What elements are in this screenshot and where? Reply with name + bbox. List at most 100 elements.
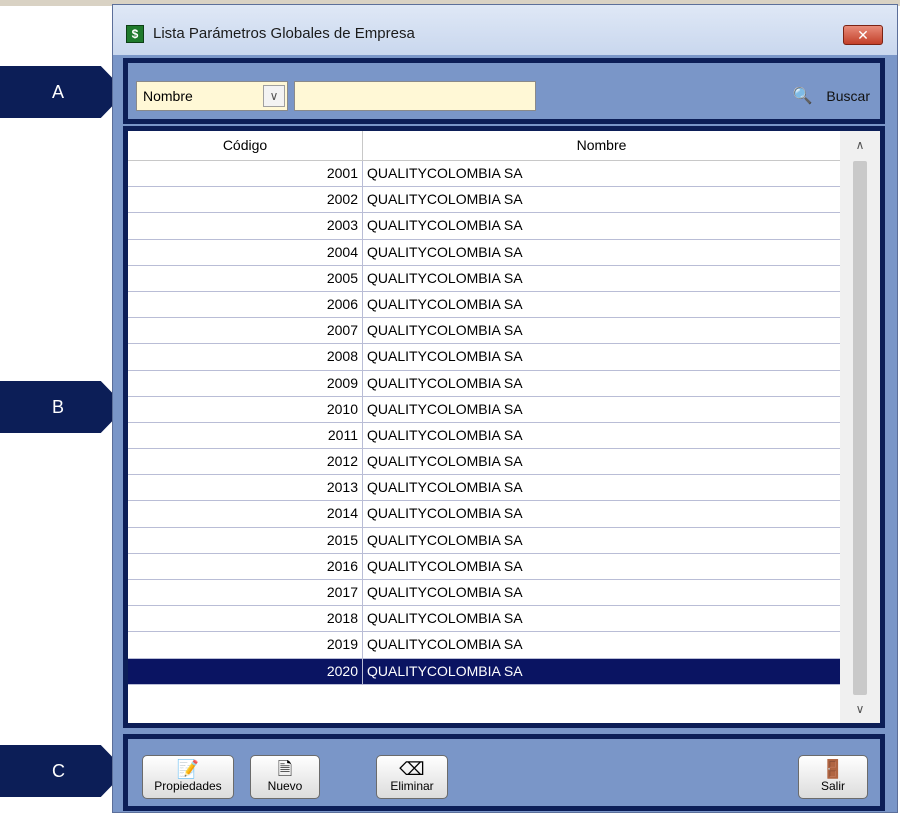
grid-rows: 2001 QUALITYCOLOMBIA SA 2002 QUALITYCOLOMBI… xyxy=(128,161,840,685)
table-row[interactable]: 2009 QUALITYCOLOMBIA SA xyxy=(128,370,840,397)
action-toolbar: 📝 Propiedades 🗎 Nuevo ⌫ Eliminar 🚪 Salir xyxy=(123,734,885,811)
cell-codigo: 2012 xyxy=(128,449,363,475)
table-row[interactable]: 2008 QUALITYCOLOMBIA SA xyxy=(128,344,840,371)
cell-nombre: QUALITYCOLOMBIA SA xyxy=(367,191,523,208)
eraser-icon: ⌫ xyxy=(399,759,425,779)
table-row[interactable]: 2013 QUALITYCOLOMBIA SA xyxy=(128,475,840,502)
cell-codigo: 2001 xyxy=(128,161,363,187)
window-title: Lista Parámetros Globales de Empresa xyxy=(153,25,415,42)
cell-codigo: 2010 xyxy=(128,396,363,422)
cell-nombre: QUALITYCOLOMBIA SA xyxy=(367,165,523,181)
table-row[interactable]: 2014 QUALITYCOLOMBIA SA xyxy=(128,501,840,528)
properties-button-label: Propiedades xyxy=(154,779,222,793)
callout-c-label: C xyxy=(52,760,65,781)
cell-codigo: 2011 xyxy=(128,422,363,449)
cell-codigo: 2015 xyxy=(128,527,363,553)
chevron-up-icon[interactable]: ∧ xyxy=(840,131,880,159)
cell-nombre: QUALITYCOLOMBIA SA xyxy=(367,479,523,496)
table-row[interactable]: 2007 QUALITYCOLOMBIA SA xyxy=(128,318,840,345)
cell-codigo: 2013 xyxy=(128,475,363,501)
cell-codigo: 2005 xyxy=(128,265,363,291)
chevron-down-icon[interactable]: ∨ xyxy=(263,85,285,107)
table-row[interactable]: 2001 QUALITYCOLOMBIA SA xyxy=(128,161,840,188)
cell-nombre: QUALITYCOLOMBIA SA xyxy=(367,322,523,339)
table-row[interactable]: 2016 QUALITYCOLOMBIA SA xyxy=(128,553,840,580)
table-row[interactable]: 2015 QUALITYCOLOMBIA SA xyxy=(128,527,840,554)
cell-nombre: QUALITYCOLOMBIA SA xyxy=(367,217,523,234)
cell-nombre: QUALITYCOLOMBIA SA xyxy=(367,400,523,417)
close-icon: ✕ xyxy=(857,27,869,43)
search-button-label: Buscar xyxy=(826,88,870,104)
exit-button[interactable]: 🚪 Salir xyxy=(798,755,868,799)
cell-codigo: 2003 xyxy=(128,213,363,239)
callout-a: A xyxy=(0,66,126,118)
cell-codigo: 2018 xyxy=(128,606,363,632)
scrollbar-thumb[interactable] xyxy=(853,161,867,695)
new-button[interactable]: 🗎 Nuevo xyxy=(250,755,320,799)
table-row[interactable]: 2004 QUALITYCOLOMBIA SA xyxy=(128,239,840,266)
search-button[interactable]: 🔍 Buscar xyxy=(793,84,871,108)
vertical-scrollbar[interactable]: ∧ ∨ xyxy=(840,131,880,723)
cell-nombre: QUALITYCOLOMBIA SA xyxy=(367,269,523,286)
cell-codigo: 2014 xyxy=(128,501,363,527)
table-row[interactable]: 2020 QUALITYCOLOMBIA SA xyxy=(128,658,840,685)
exit-button-label: Salir xyxy=(820,779,845,793)
cell-nombre: QUALITYCOLOMBIA SA xyxy=(367,505,523,522)
cell-nombre: QUALITYCOLOMBIA SA xyxy=(367,348,523,365)
exit-door-icon: 🚪 xyxy=(821,759,845,779)
cell-codigo: 2019 xyxy=(128,632,363,658)
table-row[interactable]: 2019 QUALITYCOLOMBIA SA xyxy=(128,632,840,659)
cell-nombre: QUALITYCOLOMBIA SA xyxy=(367,453,523,470)
properties-icon: 📝 xyxy=(176,759,200,779)
table-row[interactable]: 2005 QUALITYCOLOMBIA SA xyxy=(128,265,840,292)
delete-button[interactable]: ⌫ Eliminar xyxy=(376,755,448,799)
search-icon: 🔍 xyxy=(792,88,813,105)
cell-codigo: 2006 xyxy=(128,291,363,318)
spreadsheet-icon: $ xyxy=(126,25,144,43)
table-row[interactable]: 2003 QUALITYCOLOMBIA SA xyxy=(128,213,840,240)
cell-codigo: 2002 xyxy=(128,187,363,213)
callout-b: B xyxy=(0,381,126,433)
cell-nombre: QUALITYCOLOMBIA SA xyxy=(367,426,523,443)
field-select[interactable]: Nombre ∨ xyxy=(136,81,288,111)
chevron-down-icon[interactable]: ∨ xyxy=(840,695,880,723)
cell-codigo: 2020 xyxy=(128,658,363,684)
table-row[interactable]: 2017 QUALITYCOLOMBIA SA xyxy=(128,580,840,607)
callout-b-label: B xyxy=(52,396,65,417)
new-button-label: Nuevo xyxy=(267,779,303,793)
results-grid: Código Nombre 2001 QUALITYCOLOMBIA SA 2002… xyxy=(123,126,885,728)
properties-button[interactable]: 📝 Propiedades xyxy=(142,755,234,799)
column-header-codigo[interactable]: Código xyxy=(128,131,363,160)
title-bar[interactable]: $ Lista Parámetros Globales de Empresa ✕ xyxy=(113,5,897,55)
table-row[interactable]: 2010 QUALITYCOLOMBIA SA xyxy=(128,396,840,423)
column-header-nombre[interactable]: Nombre xyxy=(363,131,840,160)
cell-nombre: QUALITYCOLOMBIA SA xyxy=(367,243,523,260)
table-row[interactable]: 2006 QUALITYCOLOMBIA SA xyxy=(128,291,840,319)
grid-header: Código Nombre xyxy=(128,131,840,161)
cell-nombre: QUALITYCOLOMBIA SA xyxy=(367,531,523,548)
cell-nombre: QUALITYCOLOMBIA SA xyxy=(367,374,523,391)
table-row[interactable]: 2018 QUALITYCOLOMBIA SA xyxy=(128,606,840,633)
callout-a-label: A xyxy=(52,81,65,102)
filter-panel: Nombre ∨ 🔍 Buscar xyxy=(123,58,885,124)
cell-nombre: QUALITYCOLOMBIA SA xyxy=(367,610,523,627)
cell-codigo: 2017 xyxy=(128,580,363,606)
table-row[interactable]: 2011 QUALITYCOLOMBIA SA xyxy=(128,422,840,450)
delete-button-label: Eliminar xyxy=(390,779,434,793)
cell-nombre: QUALITYCOLOMBIA SA xyxy=(367,295,523,312)
cell-codigo: 2009 xyxy=(128,370,363,396)
cell-nombre: QUALITYCOLOMBIA SA xyxy=(367,557,523,574)
cell-nombre: QUALITYCOLOMBIA SA xyxy=(367,584,523,600)
new-document-icon: 🗎 xyxy=(277,759,293,779)
dialog-window: $ Lista Parámetros Globales de Empresa ✕… xyxy=(112,4,898,813)
cell-codigo: 2008 xyxy=(128,344,363,370)
cell-codigo: 2007 xyxy=(128,318,363,344)
close-button[interactable]: ✕ xyxy=(843,25,883,45)
cell-nombre: QUALITYCOLOMBIA SA xyxy=(367,662,523,679)
cell-nombre: QUALITYCOLOMBIA SA xyxy=(367,636,523,653)
field-select-value: Nombre xyxy=(143,88,193,104)
search-input[interactable] xyxy=(294,81,536,111)
cell-codigo: 2004 xyxy=(128,239,363,265)
table-row[interactable]: 2012 QUALITYCOLOMBIA SA xyxy=(128,449,840,476)
table-row[interactable]: 2002 QUALITYCOLOMBIA SA xyxy=(128,187,840,214)
